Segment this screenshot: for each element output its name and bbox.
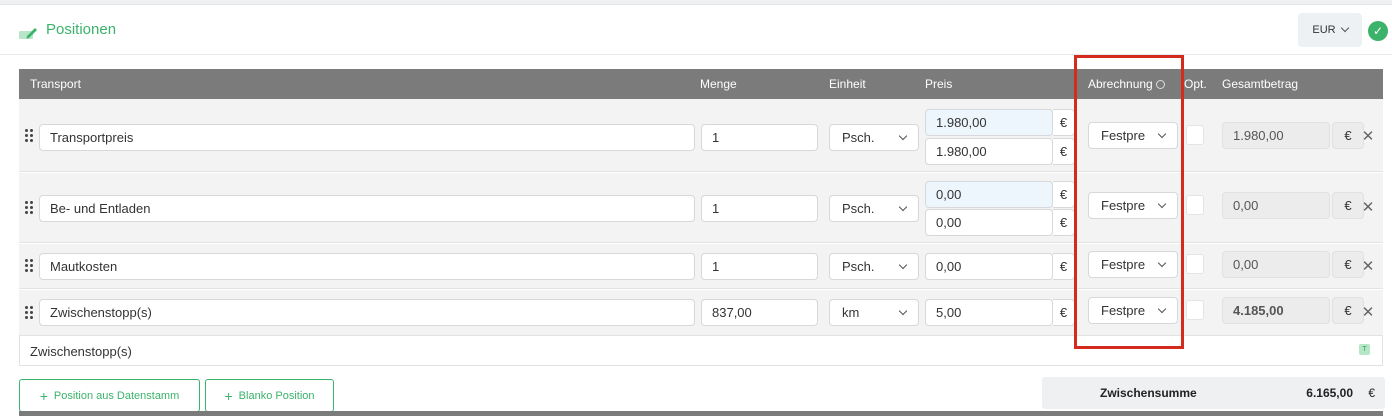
add-blank-position-button[interactable]: + Blanko Position (205, 379, 334, 412)
subtotal-value: 6.165,00 (1306, 386, 1353, 400)
remove-row-button[interactable]: ✕ (1361, 303, 1375, 321)
chevron-down-icon (898, 260, 908, 269)
currency-select[interactable]: EUR (1298, 13, 1362, 47)
optional-checkbox[interactable] (1186, 125, 1204, 145)
price-currency: € (1053, 253, 1075, 280)
subtotal-currency: € (1368, 386, 1375, 400)
col-transport: Transport (30, 77, 81, 91)
price-currency: € (1053, 138, 1075, 165)
unit-select[interactable]: km (829, 299, 919, 326)
price-input-primary[interactable]: 0,00 (925, 181, 1053, 208)
unit-value: Psch. (842, 201, 875, 216)
position-name-input[interactable]: Transportpreis (39, 124, 695, 151)
position-name-input[interactable]: Be- und Entladen (39, 195, 695, 222)
check-icon: ✓ (1368, 21, 1388, 41)
price-currency: € (1053, 109, 1075, 136)
price-input-primary[interactable]: 0,00 (925, 253, 1053, 280)
subtotal-label: Zwischensumme (1100, 386, 1197, 400)
quantity-input[interactable]: 1 (701, 253, 818, 280)
price-currency: € (1053, 299, 1075, 326)
total-currency: € (1332, 192, 1364, 219)
quantity-input[interactable]: 1 (701, 124, 818, 151)
col-preis: Preis (925, 77, 953, 91)
total-amount: 0,00 (1222, 192, 1330, 219)
add-position-from-master-button[interactable]: + Position aus Datenstamm (19, 379, 200, 412)
price-input-primary[interactable]: 1.980,00 (925, 109, 1053, 136)
position-name-input[interactable]: Mautkosten (39, 253, 695, 280)
col-opt: Opt. (1184, 77, 1207, 91)
remove-row-button[interactable]: ✕ (1361, 257, 1375, 275)
optional-checkbox[interactable] (1186, 300, 1204, 320)
text-badge-icon[interactable]: T (1359, 344, 1370, 355)
optional-checkbox[interactable] (1186, 195, 1204, 215)
drag-handle-icon[interactable] (25, 201, 34, 215)
chevron-down-icon (898, 306, 908, 315)
remove-row-button[interactable]: ✕ (1361, 127, 1375, 145)
unit-select[interactable]: Psch. (829, 195, 919, 222)
unit-value: Psch. (842, 130, 875, 145)
price-currency: € (1053, 209, 1075, 236)
unit-value: Psch. (842, 259, 875, 274)
currency-value: EUR (1312, 24, 1336, 36)
add-position-from-master-label: Position aus Datenstamm (53, 389, 180, 402)
annotation-highlight-box (1074, 55, 1184, 349)
col-gesamtbetrag: Gesamtbetrag (1222, 77, 1299, 91)
price-input-secondary[interactable]: 1.980,00 (925, 138, 1053, 165)
col-menge: Menge (700, 77, 737, 91)
remove-row-button[interactable]: ✕ (1361, 198, 1375, 216)
col-einheit: Einheit (829, 77, 866, 91)
total-currency: € (1332, 122, 1364, 149)
plus-icon: + (39, 387, 48, 404)
quantity-input[interactable]: 837,00 (701, 299, 818, 326)
position-name-input[interactable]: Zwischenstopp(s) (39, 299, 695, 326)
price-currency: € (1053, 181, 1075, 208)
drag-handle-icon[interactable] (25, 129, 34, 143)
total-amount: 0,00 (1222, 251, 1330, 278)
chevron-down-icon (898, 131, 908, 140)
total-currency: € (1332, 297, 1364, 324)
unit-value: km (842, 305, 860, 320)
position-description: Zwischenstopp(s) (30, 344, 132, 359)
total-amount: 4.185,00 (1222, 297, 1330, 324)
total-currency: € (1332, 251, 1364, 278)
price-input-primary[interactable]: 5,00 (925, 299, 1053, 326)
edit-list-icon (19, 28, 37, 39)
subtotal-box: Zwischensumme 6.165,00 € (1042, 377, 1385, 409)
unit-select[interactable]: Psch. (829, 253, 919, 280)
table-footer-bar (19, 411, 1383, 416)
unit-select[interactable]: Psch. (829, 124, 919, 151)
add-blank-position-label: Blanko Position (238, 389, 315, 402)
drag-handle-icon[interactable] (25, 259, 34, 273)
price-input-secondary[interactable]: 0,00 (925, 209, 1053, 236)
section-title: Positionen (46, 21, 117, 38)
plus-icon: + (224, 387, 233, 404)
total-amount: 1.980,00 (1222, 122, 1330, 149)
drag-handle-icon[interactable] (25, 306, 34, 320)
chevron-down-icon (1340, 23, 1349, 33)
optional-checkbox[interactable] (1186, 254, 1204, 274)
chevron-down-icon (898, 202, 908, 211)
quantity-input[interactable]: 1 (701, 195, 818, 222)
